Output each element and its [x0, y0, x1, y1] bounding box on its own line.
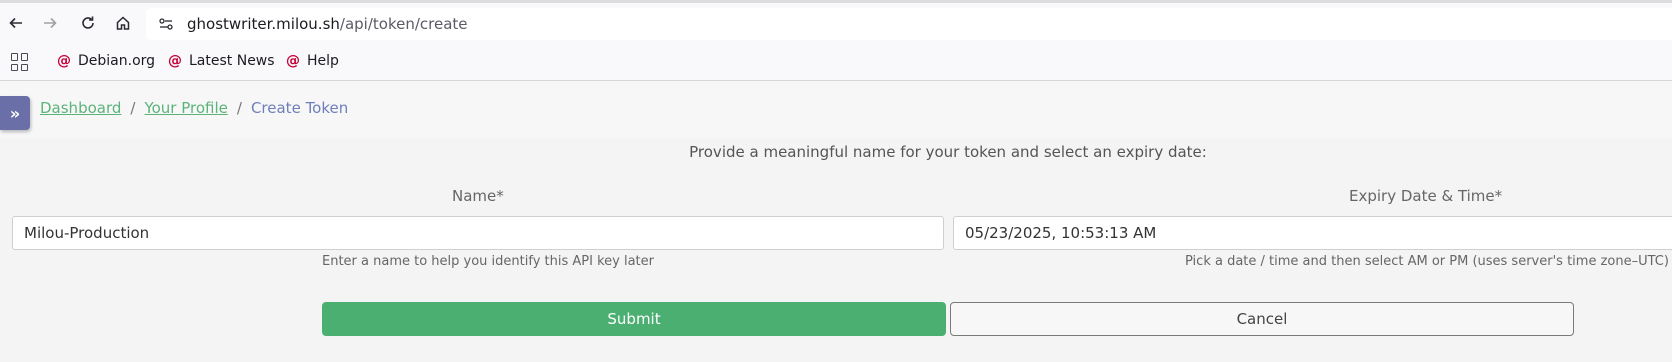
breadcrumb-profile-link[interactable]: Your Profile	[144, 99, 227, 117]
expiry-datetime-field[interactable]: 05/23/2025, 10:53:13 AM	[953, 216, 1672, 250]
debian-swirl-icon: @	[286, 53, 300, 69]
home-icon	[116, 16, 130, 30]
breadcrumb-separator: /	[130, 99, 136, 117]
tab-strip-edge	[0, 0, 1672, 3]
site-info-icon[interactable]	[156, 14, 176, 34]
sidebar-toggle-button[interactable]: »	[0, 96, 30, 130]
browser-toolbar: ghostwriter.milou.sh/api/token/create	[0, 0, 1672, 44]
forward-button[interactable]	[39, 12, 61, 34]
breadcrumb: Dashboard / Your Profile / Create Token	[40, 99, 348, 117]
name-help-text: Enter a name to help you identify this A…	[322, 254, 655, 269]
bookmark-latest-news[interactable]: @ Latest News	[168, 53, 275, 69]
reload-button[interactable]	[77, 12, 99, 34]
expiry-label: Expiry Date & Time*	[1349, 187, 1503, 205]
name-label: Name*	[452, 187, 504, 205]
url-bar[interactable]: ghostwriter.milou.sh/api/token/create	[146, 8, 1672, 40]
breadcrumb-separator: /	[236, 99, 242, 117]
bookmark-label: Help	[307, 53, 339, 69]
debian-swirl-icon: @	[168, 53, 182, 69]
submit-button[interactable]: Submit	[322, 302, 946, 336]
bookmark-help[interactable]: @ Help	[286, 53, 339, 69]
breadcrumb-bar: » Dashboard / Your Profile / Create Toke…	[0, 81, 1672, 138]
url-text: ghostwriter.milou.sh/api/token/create	[187, 15, 468, 33]
reload-icon	[82, 16, 94, 29]
url-path: /api/token/create	[339, 15, 468, 33]
breadcrumb-current: Create Token	[250, 99, 349, 117]
breadcrumb-dashboard-link[interactable]: Dashboard	[40, 99, 121, 117]
arrow-right-icon	[44, 17, 57, 29]
bookmarks-toolbar: @ Debian.org @ Latest News @ Help	[0, 44, 1672, 81]
bookmark-label: Latest News	[189, 53, 275, 69]
debian-swirl-icon: @	[57, 53, 71, 69]
home-button[interactable]	[112, 12, 134, 34]
page-content: » Dashboard / Your Profile / Create Toke…	[0, 81, 1672, 362]
bookmark-debian-org[interactable]: @ Debian.org	[57, 53, 155, 69]
arrow-left-icon	[9, 17, 22, 29]
bookmark-label: Debian.org	[78, 53, 156, 69]
url-host: ghostwriter.milou.sh	[187, 15, 340, 33]
form-instruction: Provide a meaningful name for your token…	[689, 143, 1207, 161]
cancel-button[interactable]: Cancel	[950, 302, 1574, 336]
expiry-help-text: Pick a date / time and then select AM or…	[1185, 254, 1669, 269]
name-field[interactable]: Milou-Production	[12, 216, 944, 250]
double-chevron-right-icon: »	[9, 103, 21, 123]
back-button[interactable]	[5, 12, 27, 34]
apps-grid-icon[interactable]	[11, 53, 29, 71]
